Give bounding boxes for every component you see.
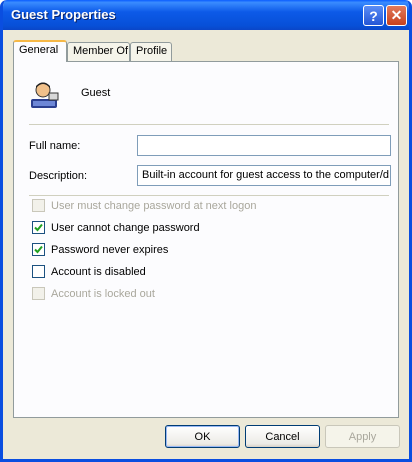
close-button[interactable]: ✕ (386, 5, 407, 26)
checkbox-label: User must change password at next logon (51, 199, 257, 212)
checkbox-box[interactable] (32, 265, 45, 278)
description-label: Description: (29, 170, 88, 182)
checkbox-label: User cannot change password (51, 221, 200, 234)
checkbox-label: Password never expires (51, 243, 169, 256)
full-name-label: Full name: (29, 140, 81, 152)
check-mark-icon (34, 223, 43, 232)
check-mark-icon (34, 245, 43, 254)
tab-member-of[interactable]: Member Of (67, 42, 130, 61)
full-name-field[interactable] (137, 135, 391, 156)
cancel-button[interactable]: Cancel (245, 425, 320, 448)
cannot-change-password-checkbox[interactable]: User cannot change password (32, 221, 200, 234)
apply-button[interactable]: Apply (325, 425, 400, 448)
divider (29, 124, 389, 125)
window-title: Guest Properties (11, 7, 116, 22)
help-button[interactable]: ? (363, 5, 384, 26)
title-bar[interactable]: Guest Properties ? ✕ (3, 0, 409, 30)
user-account-icon (31, 82, 59, 108)
checkbox-label: Account is locked out (51, 287, 155, 300)
close-icon: ✕ (390, 7, 403, 23)
user-name: Guest (81, 87, 111, 99)
checkbox-label: Account is disabled (51, 265, 146, 278)
properties-dialog: Guest Properties ? ✕ General Member Of P… (0, 0, 412, 462)
must-change-password-checkbox[interactable]: User must change password at next logon (32, 199, 256, 212)
tab-general[interactable]: General (13, 40, 67, 62)
account-disabled-checkbox[interactable]: Account is disabled (32, 265, 146, 278)
divider (29, 195, 389, 196)
ok-button[interactable]: OK (165, 425, 240, 448)
password-never-expires-checkbox[interactable]: Password never expires (32, 243, 168, 256)
description-field[interactable]: Built-in account for guest access to the… (137, 165, 391, 186)
account-locked-out-checkbox[interactable]: Account is locked out (32, 287, 155, 300)
tab-profile[interactable]: Profile (130, 42, 172, 61)
checkbox-box[interactable] (32, 199, 45, 212)
help-icon: ? (369, 7, 378, 24)
checkbox-box[interactable] (32, 221, 45, 234)
general-tab-panel: Guest Full name: Description: Built-in a… (13, 61, 399, 418)
checkbox-box[interactable] (32, 287, 45, 300)
checkbox-box[interactable] (32, 243, 45, 256)
